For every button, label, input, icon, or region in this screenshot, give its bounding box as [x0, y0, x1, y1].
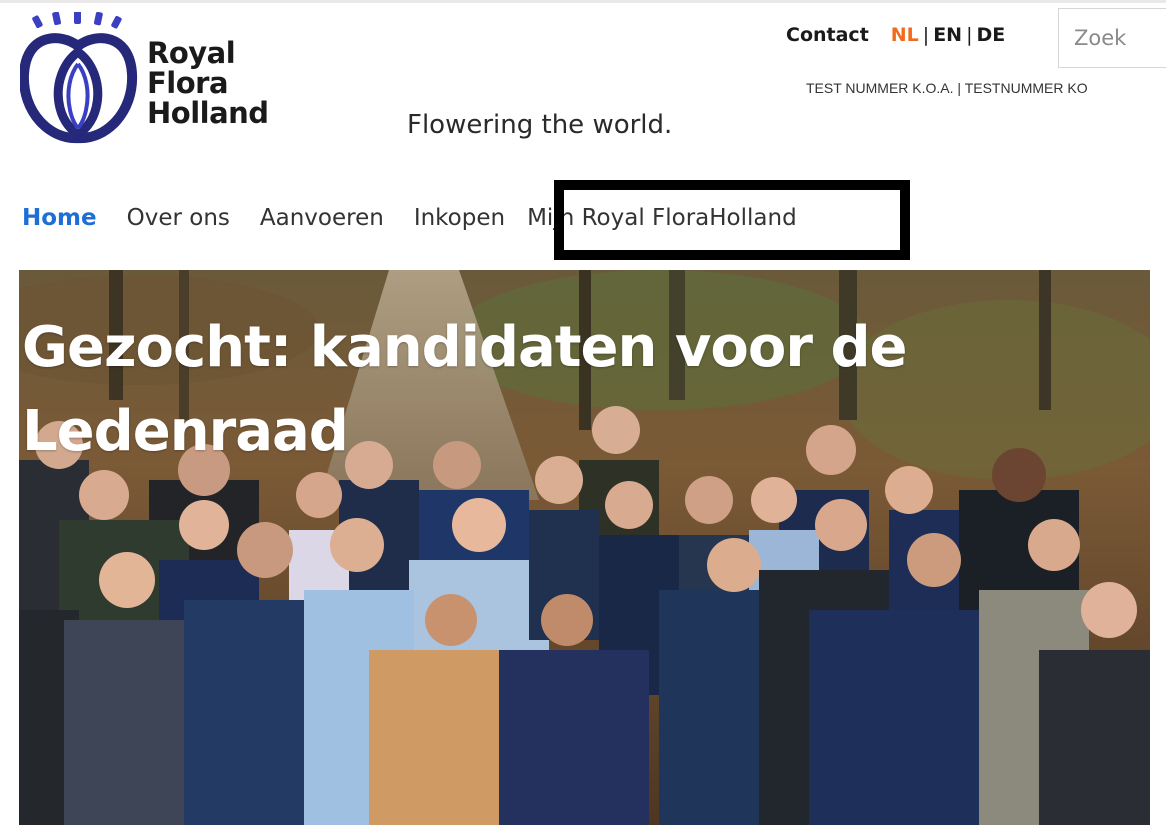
brand-logo[interactable]: Royal Flora Holland — [20, 12, 290, 147]
brand-name-line2: Flora — [147, 66, 229, 100]
nav-item-home[interactable]: Home — [22, 205, 97, 231]
account-test-numbers[interactable]: TEST NUMMER K.O.A. | TESTNUMMER KO — [806, 80, 1088, 96]
search-input[interactable] — [1058, 8, 1166, 68]
language-en-link[interactable]: EN — [933, 24, 962, 46]
brand-name-line1: Royal — [147, 36, 236, 70]
nav-item-over-ons[interactable]: Over ons — [127, 205, 230, 231]
contact-link[interactable]: Contact — [786, 24, 869, 46]
language-separator: | — [966, 24, 973, 46]
brand-wordmark: Royal Flora Holland — [147, 38, 269, 128]
nav-item-aanvoeren[interactable]: Aanvoeren — [260, 205, 384, 231]
hero-title[interactable]: Gezocht: kandidaten voor de Ledenraad — [22, 306, 1002, 474]
nav-item-mijn-royal-floraholland[interactable]: Mijn Royal FloraHolland — [527, 205, 797, 231]
utility-bar: Contact NL | EN | DE — [786, 24, 1005, 46]
hero-banner[interactable]: Gezocht: kandidaten voor de Ledenraad — [19, 270, 1150, 825]
nav-item-inkopen[interactable]: Inkopen — [414, 205, 505, 231]
language-de-link[interactable]: DE — [977, 24, 1006, 46]
brand-name-line3: Holland — [147, 96, 269, 130]
page: Royal Flora Holland Flowering the world.… — [0, 0, 1166, 825]
main-navigation: Home Over ons Aanvoeren Inkopen Mijn Roy… — [22, 205, 797, 231]
royal-floraholland-logo-icon — [20, 12, 138, 144]
language-separator: | — [922, 24, 930, 46]
top-divider — [0, 0, 1166, 3]
brand-tagline: Flowering the world. — [407, 110, 673, 140]
language-nl-link[interactable]: NL — [891, 24, 919, 46]
